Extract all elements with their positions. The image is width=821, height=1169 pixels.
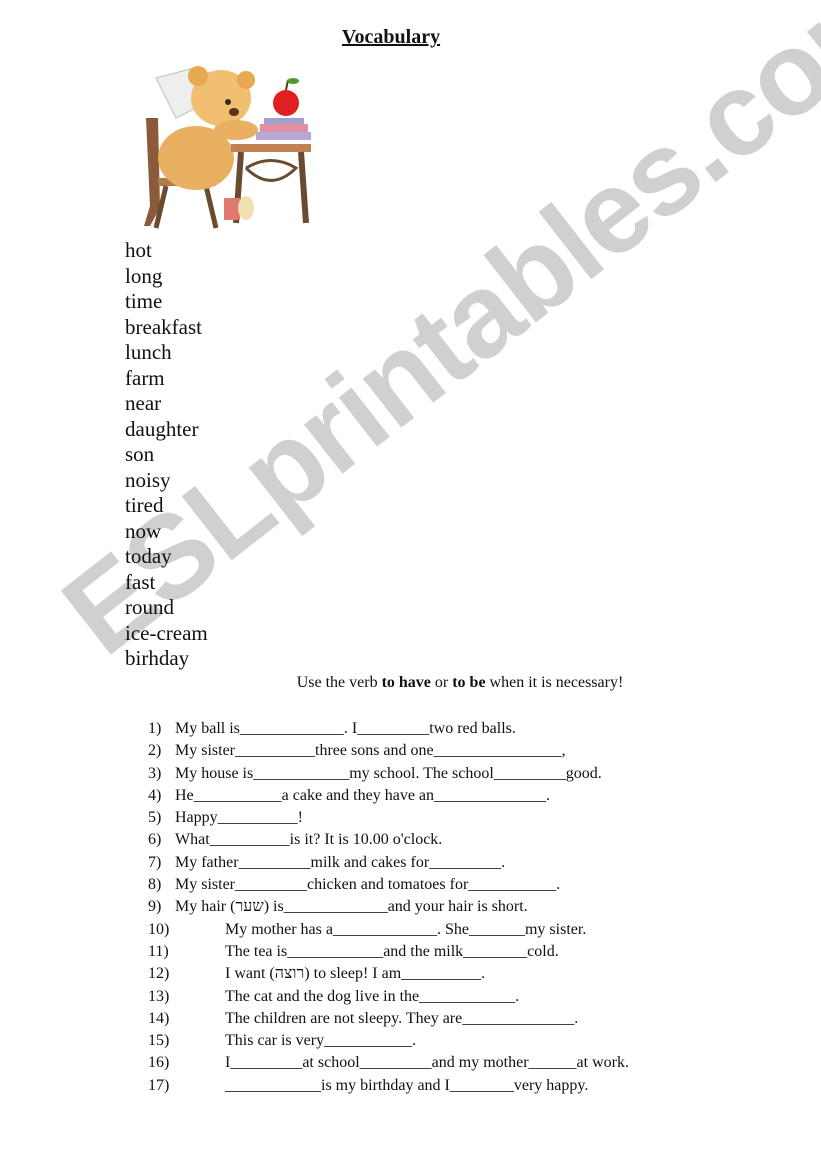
exercise-sentence: This car is very___________.	[225, 1032, 417, 1050]
exercise-item: 6) What__________is it? It is 10.00 o'clo…	[148, 829, 629, 851]
exercise-item: 3) My house is____________my school. The …	[148, 763, 629, 785]
exercise-item: 7) My father_________milk and cakes for__…	[148, 852, 629, 874]
exercise-number: 2)	[148, 742, 162, 760]
exercise-list: 1) My ball is_____________. I_________two…	[148, 718, 629, 1097]
exercise-sentence: He___________a cake and they have an____…	[175, 786, 551, 804]
exercise-number: 10)	[148, 920, 170, 938]
exercise-sentence: My ball is_____________. I_________two r…	[175, 720, 516, 737]
exercise-sentence: Happy__________!	[175, 809, 303, 827]
exercise-item: 17) ____________is my birthday and I_____…	[148, 1075, 629, 1097]
vocab-word: fast	[125, 569, 156, 594]
exercise-item: 10) My mother has a_____________. She____…	[148, 919, 629, 941]
vocab-word: noisy	[125, 467, 171, 492]
page-title: Vocabulary	[341, 26, 441, 48]
exercise-item: 4) He___________a cake and they have an__…	[148, 785, 629, 807]
instruction-keyword: to have	[381, 674, 431, 691]
exercise-number: 7)	[148, 853, 162, 871]
exercise-item: 1) My ball is_____________. I_________two…	[148, 718, 629, 740]
exercise-item: 14) The children are not sleepy. They are…	[148, 1008, 629, 1030]
exercise-sentence: The children are not sleepy. They are___…	[225, 1009, 579, 1027]
instruction-text: when it is necessary!	[485, 674, 624, 691]
exercise-item: 13) The cat and the dog live in the______…	[148, 986, 629, 1008]
exercise-sentence: My hair (שער) is_____________and your ha…	[175, 898, 528, 916]
vocab-word: now	[125, 518, 162, 543]
exercise-sentence: I want (רוצה) to sleep! I am__________.	[225, 965, 486, 983]
worksheet-page: ESLprintables.com Vocabulary hot long ti…	[0, 0, 821, 1169]
exercise-sentence: My house is____________my school. The sc…	[175, 764, 602, 782]
exercise-sentence: ____________is my birthday and I________…	[225, 1076, 589, 1094]
vocab-word: lunch	[125, 340, 172, 364]
vocab-word: time	[125, 289, 163, 313]
exercise-number: 14)	[148, 1009, 170, 1027]
exercise-number: 17)	[148, 1076, 170, 1094]
exercise-item: 11) The tea is____________and the milk___…	[148, 941, 629, 963]
vocab-word: son	[125, 442, 155, 466]
vocab-word: breakfast	[125, 314, 202, 339]
exercise-number: 4)	[148, 786, 162, 804]
exercise-number: 9)	[148, 898, 162, 916]
exercise-item: 16) I_________at school_________and my mo…	[148, 1052, 629, 1074]
exercise-number: 6)	[148, 831, 162, 849]
instruction-text: Use the verb	[296, 674, 382, 691]
exercise-number: 16)	[148, 1054, 170, 1072]
exercise-sentence: What__________is it? It is 10.00 o'clock…	[175, 831, 443, 849]
exercise-number: 11)	[148, 942, 169, 960]
exercise-number: 5)	[148, 809, 162, 827]
exercise-instruction: Use the verb to have or to be when it is…	[0, 674, 821, 692]
vocab-word: farm	[125, 365, 165, 390]
exercise-number: 12)	[148, 965, 170, 983]
exercise-sentence: The cat and the dog live in the_________…	[225, 987, 520, 1005]
vocab-word: round	[125, 595, 174, 619]
vocab-word: near	[125, 391, 162, 415]
exercise-number: 13)	[148, 987, 170, 1005]
vocab-word: tired	[125, 493, 164, 517]
exercise-item: 12) I want (רוצה) to sleep! I am_________…	[148, 963, 629, 985]
exercise-number: 1)	[148, 720, 162, 737]
exercise-item: 9) My hair (שער) is_____________and your …	[148, 896, 629, 918]
exercise-sentence: My father_________milk and cakes for____…	[175, 853, 506, 871]
vocab-word: ice-cream	[125, 620, 208, 645]
exercise-sentence: My mother has a_____________. She_______…	[225, 920, 587, 938]
vocab-word: today	[125, 544, 172, 568]
vocabulary-list: hot long time breakfast lunch farm near …	[125, 238, 208, 672]
exercise-item: 5) Happy__________!	[148, 807, 629, 829]
exercise-item: 15) This car is very___________.	[148, 1030, 629, 1052]
vocab-word: birhday	[125, 646, 190, 670]
exercise-sentence: I_________at school_________and my mothe…	[225, 1054, 629, 1072]
vocab-word: daughter	[125, 416, 199, 441]
teddy-bear-icon	[144, 66, 311, 229]
exercise-sentence: My sister__________three sons and one___…	[175, 742, 566, 760]
exercise-number: 15)	[148, 1032, 170, 1050]
vocab-word: hot	[125, 238, 152, 262]
instruction-keyword: to be	[452, 674, 486, 691]
instruction-text: or	[430, 674, 453, 691]
exercise-item: 2) My sister__________three sons and one_…	[148, 740, 629, 762]
exercise-item: 8) My sister_________chicken and tomatoes…	[148, 874, 629, 896]
exercise-number: 8)	[148, 876, 162, 894]
vocab-word: long	[125, 263, 163, 288]
exercise-sentence: The tea is____________and the milk______…	[225, 942, 559, 960]
exercise-sentence: My sister_________chicken and tomatoes f…	[175, 876, 561, 894]
exercise-number: 3)	[148, 764, 162, 782]
